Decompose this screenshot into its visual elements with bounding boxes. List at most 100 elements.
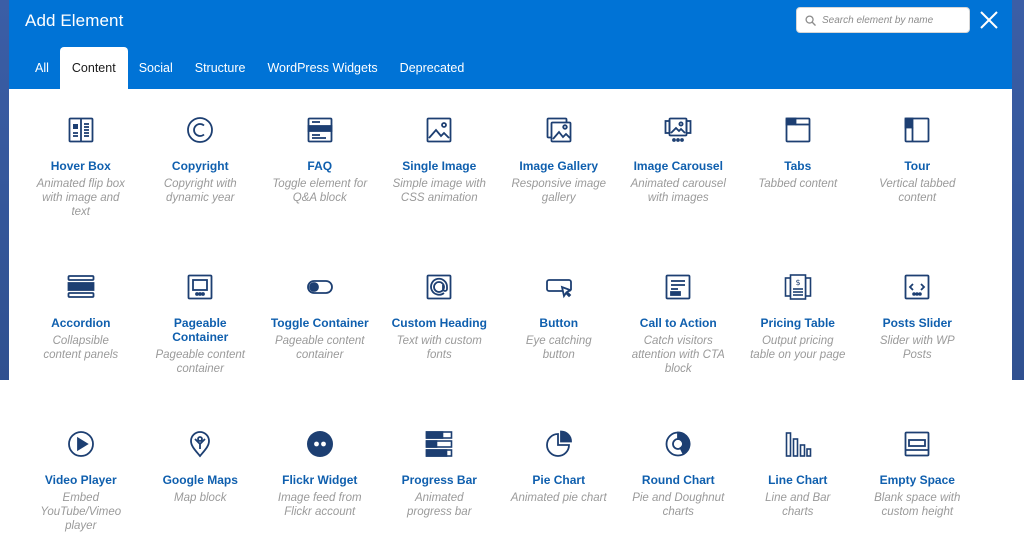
element-desc: Pageable content container [155, 349, 246, 375]
element-desc: Simple image with CSS animation [392, 178, 486, 204]
tour-icon [902, 115, 932, 145]
element-image-gallery[interactable]: Image Gallery Responsive image gallery [499, 89, 619, 246]
close-icon[interactable] [977, 8, 1001, 32]
element-name: Posts Slider [882, 316, 952, 330]
tab-social[interactable]: Social [128, 47, 184, 89]
element-pricing-table[interactable]: $ Pricing Table Output pricing table on … [738, 246, 858, 403]
pie-chart-icon [544, 429, 574, 459]
element-round-chart[interactable]: Round Chart Pie and Doughnut charts [619, 403, 739, 550]
copyright-icon [185, 115, 215, 145]
search-box[interactable] [796, 7, 970, 33]
element-name: Progress Bar [401, 473, 477, 487]
toggle-container-icon [305, 272, 335, 302]
element-desc: Copyright with dynamic year [163, 178, 237, 204]
hover-box-icon [66, 115, 96, 145]
empty-space-icon [902, 429, 932, 459]
line-chart-icon [783, 429, 813, 459]
element-desc: Blank space with custom height [874, 492, 961, 518]
progress-bar-icon [424, 429, 454, 459]
tab-deprecated[interactable]: Deprecated [389, 47, 476, 89]
search-icon [805, 14, 816, 26]
element-hover-box[interactable]: Hover Box Animated flip box with image a… [21, 89, 141, 246]
element-desc: Toggle element for Q&A block [272, 178, 368, 204]
element-desc: Responsive image gallery [511, 178, 607, 204]
image-gallery-icon [544, 115, 574, 145]
element-name: Copyright [171, 159, 229, 173]
element-empty-space[interactable]: Empty Space Blank space with custom heig… [858, 403, 978, 550]
backdrop-panel-right [1010, 380, 1024, 550]
element-name: Button [539, 316, 579, 330]
element-name: Pie Chart [532, 473, 586, 487]
button-icon [544, 272, 574, 302]
tabs-icon [783, 115, 813, 145]
element-name: Single Image [402, 159, 477, 173]
svg-text:$: $ [795, 278, 800, 287]
tab-structure[interactable]: Structure [184, 47, 257, 89]
posts-slider-icon [902, 272, 932, 302]
pageable-container-icon [185, 272, 215, 302]
element-video-player[interactable]: Video Player Embed YouTube/Vimeo player [21, 403, 141, 550]
element-name: Toggle Container [270, 316, 369, 330]
element-custom-heading[interactable]: Custom Heading Text with custom fonts [380, 246, 500, 403]
call-to-action-icon [663, 272, 693, 302]
google-maps-icon [185, 429, 215, 459]
element-desc: Output pricing table on your page [750, 335, 846, 361]
element-image-carousel[interactable]: Image Carousel Animated carousel with im… [619, 89, 739, 246]
tab-content[interactable]: Content [59, 47, 128, 89]
element-desc: Map block [174, 492, 227, 504]
element-name: FAQ [307, 159, 333, 173]
element-accordion[interactable]: Accordion Collapsible content panels [21, 246, 141, 403]
element-name: Pageable Container [172, 316, 229, 344]
element-desc: Animated pie chart [510, 492, 607, 504]
element-desc: Pageable content container [274, 335, 365, 361]
element-desc: Image feed from Flickr account [277, 492, 362, 518]
element-name: Tour [904, 159, 931, 173]
element-name: Tabs [784, 159, 812, 173]
video-player-icon [66, 429, 96, 459]
element-desc: Eye catching button [525, 335, 592, 361]
element-name: Video Player [44, 473, 117, 487]
element-desc: Collapsible content panels [43, 335, 119, 361]
element-name: Google Maps [162, 473, 238, 487]
element-button[interactable]: Button Eye catching button [499, 246, 619, 403]
element-pageable-container[interactable]: Pageable Container Pageable content cont… [141, 246, 261, 403]
element-faq[interactable]: FAQ Toggle element for Q&A block [260, 89, 380, 246]
element-desc: Slider with WP Posts [879, 335, 955, 361]
element-tour[interactable]: Tour Vertical tabbed content [858, 89, 978, 246]
element-call-to-action[interactable]: Call to Action Catch visitors attention … [619, 246, 739, 403]
element-toggle-container[interactable]: Toggle Container Pageable content contai… [260, 246, 380, 403]
element-line-chart[interactable]: Line Chart Line and Bar charts [738, 403, 858, 550]
element-single-image[interactable]: Single Image Simple image with CSS anima… [380, 89, 500, 246]
element-desc: Tabbed content [758, 178, 838, 190]
element-desc: Vertical tabbed content [879, 178, 956, 204]
element-name: Call to Action [639, 316, 717, 330]
tab-wordpress-widgets[interactable]: WordPress Widgets [256, 47, 388, 89]
add-element-modal: Add Element All Content Social Structure… [9, 0, 1012, 550]
element-desc: Pie and Doughnut charts [632, 492, 725, 518]
element-pie-chart[interactable]: Pie Chart Animated pie chart [499, 403, 619, 550]
element-desc: Text with custom fonts [396, 335, 482, 361]
modal-title: Add Element [25, 11, 124, 30]
flickr-widget-icon [305, 429, 335, 459]
element-name: Hover Box [50, 159, 111, 173]
element-flickr-widget[interactable]: Flickr Widget Image feed from Flickr acc… [260, 403, 380, 550]
accordion-icon [66, 272, 96, 302]
single-image-icon [424, 115, 454, 145]
element-google-maps[interactable]: Google Maps Map block [141, 403, 261, 550]
element-name: Empty Space [879, 473, 955, 487]
element-name: Accordion [51, 316, 111, 330]
element-desc: Animated progress bar [406, 492, 472, 518]
element-grid: Hover Box Animated flip box with image a… [21, 89, 1001, 550]
element-name: Flickr Widget [282, 473, 358, 487]
element-progress-bar[interactable]: Progress Bar Animated progress bar [380, 403, 500, 550]
image-carousel-icon [663, 115, 693, 145]
pricing-table-icon: $ [783, 272, 813, 302]
search-input[interactable] [822, 14, 962, 26]
element-posts-slider[interactable]: Posts Slider Slider with WP Posts [858, 246, 978, 403]
element-name: Round Chart [641, 473, 715, 487]
element-copyright[interactable]: Copyright Copyright with dynamic year [141, 89, 261, 246]
element-tabs[interactable]: Tabs Tabbed content [738, 89, 858, 246]
tab-all[interactable]: All [25, 47, 60, 89]
element-name: Image Gallery [519, 159, 599, 173]
element-desc: Catch visitors attention with CTA block [631, 335, 725, 375]
